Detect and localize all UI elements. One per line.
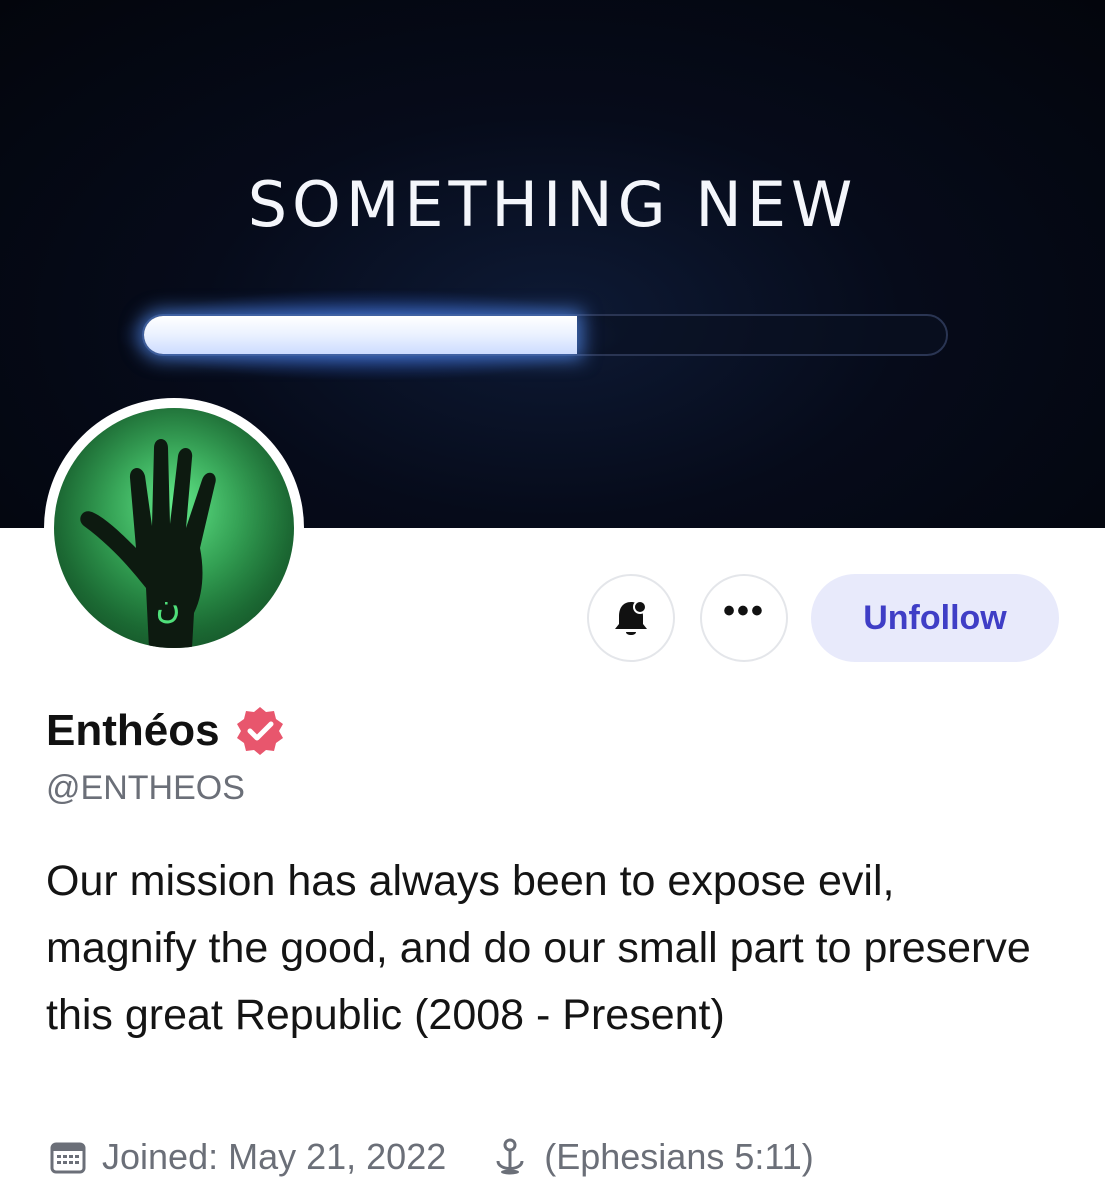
calendar-icon [50,1142,86,1174]
avatar-image: ن [54,408,294,648]
profile-meta: Joined: May 21, 2022 (Ephesians 5:11) [48,1136,814,1178]
joined-date: Joined: May 21, 2022 [48,1136,446,1178]
svg-text:ن: ن [156,587,181,627]
profile-handle: @ENTHEOS [46,769,245,807]
location-text: (Ephesians 5:11) [544,1136,814,1177]
avatar[interactable]: ن [44,398,304,658]
bell-icon [615,600,647,635]
profile-location: (Ephesians 5:11) [490,1136,814,1178]
more-icon: ••• [723,592,765,630]
location-pin-icon [496,1138,524,1175]
display-name: Enthéos [46,706,220,755]
joined-text: Joined: May 21, 2022 [102,1136,447,1177]
more-options-button[interactable]: ••• [700,574,788,662]
hand-icon: ن [54,408,294,648]
progress-bar [142,314,948,356]
profile-bio: Our mission has always been to expose ev… [46,857,1031,1039]
progress-bar-fill [144,316,578,354]
unfollow-button[interactable]: Unfollow [811,574,1059,662]
verified-badge-icon [236,707,283,755]
banner-headline: SOMETHING NEW [247,168,858,241]
name-row: Enthéos [46,705,286,757]
notifications-button[interactable] [587,574,675,662]
